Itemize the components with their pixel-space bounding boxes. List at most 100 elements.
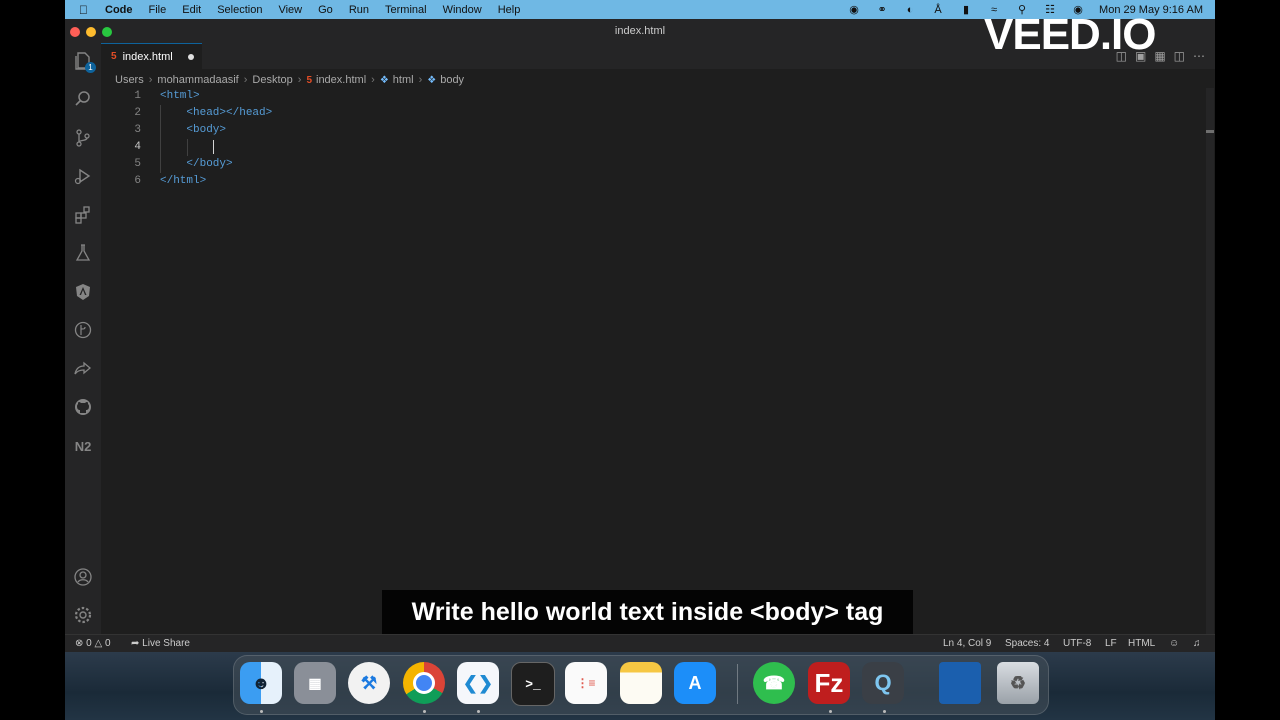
downloads-folder-icon[interactable] <box>939 662 981 704</box>
extensions-icon[interactable] <box>71 203 95 227</box>
github-icon[interactable] <box>71 395 95 419</box>
code-line[interactable]: 1 <html> <box>101 88 1101 105</box>
activity-bar: 1 N2 <box>65 43 101 634</box>
code-line[interactable]: 2 <head></head> <box>101 105 1101 122</box>
line-code: </body> <box>186 158 233 170</box>
running-indicator <box>260 710 263 713</box>
indentation[interactable]: Spaces: 4 <box>1005 638 1049 649</box>
cursor-position[interactable]: Ln 4, Col 9 <box>943 638 991 649</box>
chrome-icon[interactable] <box>403 662 445 704</box>
menu-edit[interactable]: Edit <box>182 4 201 16</box>
menu-view[interactable]: View <box>278 4 302 16</box>
menu-go[interactable]: Go <box>318 4 333 16</box>
editor-scrollbar[interactable] <box>1206 88 1214 634</box>
error-icon: ⊗ <box>75 638 84 649</box>
compare-icon[interactable]: ▦ <box>1154 49 1165 63</box>
menu-run[interactable]: Run <box>349 4 369 16</box>
quicktime-icon[interactable]: Q <box>862 662 904 704</box>
menu-file[interactable]: File <box>149 4 167 16</box>
menu-selection[interactable]: Selection <box>217 4 262 16</box>
launchpad-icon[interactable]: ▦ <box>294 662 336 704</box>
breadcrumb-html[interactable]: html <box>393 74 414 86</box>
menu-window[interactable]: Window <box>443 4 482 16</box>
symbol-icon: ❖ <box>379 74 389 86</box>
line-number: 5 <box>134 158 141 170</box>
end-of-line[interactable]: LF <box>1105 638 1117 649</box>
git-graph-icon[interactable] <box>71 318 95 342</box>
creative-cloud-icon[interactable]: ⚭ <box>875 4 889 16</box>
line-code: <body> <box>186 124 227 136</box>
problems-indicator[interactable]: ⊗ 0 △ 0 <box>75 638 111 649</box>
search-icon[interactable] <box>71 87 95 111</box>
n2-extension-icon[interactable]: N2 <box>71 434 95 458</box>
video-caption: Write hello world text inside <body> tag <box>382 590 913 634</box>
live-share-icon[interactable] <box>71 357 95 381</box>
breadcrumb: Users › mohammadaasif › Desktop › 5 inde… <box>115 72 464 88</box>
angular-icon[interactable] <box>71 280 95 304</box>
live-share-status[interactable]: ➦ Live Share <box>131 638 190 649</box>
line-number: 6 <box>134 175 141 187</box>
menu-terminal[interactable]: Terminal <box>385 4 427 16</box>
line-number: 1 <box>134 90 141 102</box>
terminal-icon[interactable]: >_ <box>511 662 555 706</box>
breadcrumb-file[interactable]: index.html <box>316 74 366 86</box>
xcode-icon[interactable]: ⚒ <box>348 662 390 704</box>
record-icon[interactable]: ◉ <box>847 4 861 16</box>
trash-icon[interactable]: ♻ <box>997 662 1039 704</box>
finder-icon[interactable]: ☻ <box>240 662 282 704</box>
whatsapp-icon[interactable]: ☎ <box>753 662 795 704</box>
settings-gear-icon[interactable] <box>71 603 95 627</box>
apple-icon[interactable]:  <box>79 3 93 17</box>
layout-icon[interactable]: ◫ <box>1174 49 1185 63</box>
chevron-right-icon: › <box>418 74 423 86</box>
more-actions-icon[interactable]: ⋯ <box>1193 49 1205 63</box>
source-control-icon[interactable] <box>71 126 95 150</box>
filezilla-icon[interactable]: Fz <box>808 662 850 704</box>
tab-index-html[interactable]: 5 index.html <box>101 43 202 69</box>
running-indicator <box>477 710 480 713</box>
tab-label: index.html <box>122 50 173 63</box>
accounts-icon[interactable] <box>71 565 95 589</box>
app-store-icon[interactable]: A <box>674 662 716 704</box>
chevron-right-icon: › <box>297 74 302 86</box>
line-code: <head></head> <box>186 107 273 119</box>
code-editor[interactable]: 1 <html> 2 <head></head> 3 <body> 4 5 </… <box>101 88 1215 634</box>
unsaved-dot-icon[interactable] <box>188 54 194 60</box>
status-bar: ⊗ 0 △ 0 ➦ Live Share Ln 4, Col 9 Spaces:… <box>65 634 1215 653</box>
html5-icon: 5 <box>306 74 312 86</box>
run-debug-icon[interactable] <box>71 164 95 188</box>
testing-icon[interactable] <box>71 241 95 265</box>
language-mode[interactable]: HTML <box>1128 638 1155 649</box>
code-line[interactable]: 5 </body> <box>101 156 1101 173</box>
code-line[interactable]: 6 </html> <box>101 173 1101 190</box>
code-line[interactable]: 3 <body> <box>101 122 1101 139</box>
veed-watermark: VEED.IO <box>984 10 1156 59</box>
line-number: 2 <box>134 107 141 119</box>
line-code: <html> <box>160 90 200 102</box>
vscode-icon[interactable]: ❮❯ <box>457 662 499 704</box>
feedback-icon[interactable]: ☺ <box>1169 638 1179 649</box>
scrollbar-thumb[interactable] <box>1206 130 1214 133</box>
running-indicator <box>423 710 426 713</box>
explorer-icon[interactable]: 1 <box>71 49 96 73</box>
encoding[interactable]: UTF-8 <box>1063 638 1091 649</box>
focus-icon[interactable]: ◐ <box>903 4 917 16</box>
breadcrumb-body[interactable]: body <box>440 74 464 86</box>
line-number: 4 <box>134 141 141 153</box>
notifications-bell-icon[interactable]: ♫ <box>1193 638 1201 649</box>
notes-icon[interactable] <box>620 662 662 704</box>
symbol-icon: ❖ <box>427 74 437 86</box>
menu-help[interactable]: Help <box>498 4 521 16</box>
reminders-icon[interactable]: ⋮≡ <box>565 662 607 704</box>
breadcrumb-user[interactable]: mohammadaasif <box>157 74 238 86</box>
breadcrumb-users[interactable]: Users <box>115 74 144 86</box>
menu-code[interactable]: Code <box>105 4 133 16</box>
line-code: </html> <box>160 175 207 187</box>
battery-icon[interactable]: ▮ <box>959 4 973 16</box>
breadcrumb-desktop[interactable]: Desktop <box>252 74 292 86</box>
live-share-icon: ➦ <box>131 638 140 649</box>
bluetooth-icon[interactable]: Å <box>931 4 945 16</box>
code-line-current[interactable]: 4 <box>101 139 1101 156</box>
text-cursor <box>213 140 214 154</box>
